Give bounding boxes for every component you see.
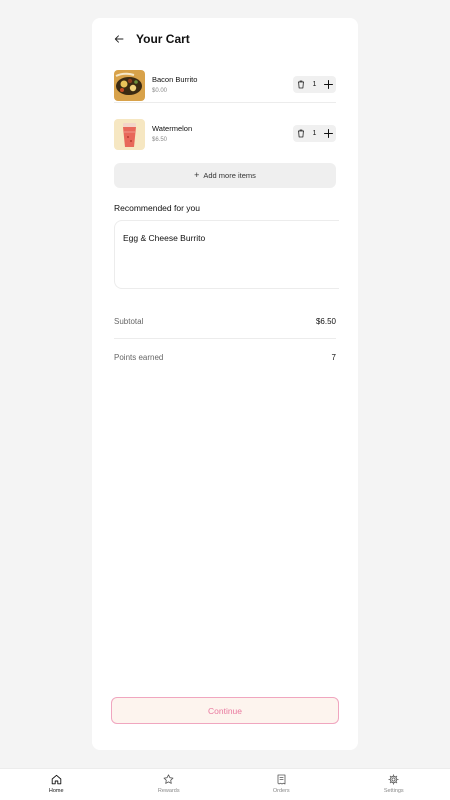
continue-button[interactable]: Continue [111,697,339,724]
cart-item-name: Watermelon [152,124,193,133]
tab-settings[interactable]: Settings [338,769,450,800]
cart-item-price: $0.00 [152,88,168,94]
tab-orders[interactable]: Orders [225,769,338,800]
tab-label: Rewards [157,788,180,794]
tab-label: Orders [272,788,290,794]
plus-icon[interactable] [323,129,333,139]
cart-header: Your Cart [114,32,190,46]
add-more-label: Add more items [203,171,256,180]
quantity-stepper: 1 [293,125,336,142]
trash-icon[interactable] [296,129,306,139]
cart-item: Bacon Burrito $0.00 1 [114,70,336,103]
cart-item: Watermelon $6.50 1 [114,119,336,152]
quantity-value: 1 [312,81,317,88]
subtotal-value: $6.50 [315,317,336,326]
receipt-icon [275,773,287,785]
gear-icon [388,773,400,785]
tab-label: Settings [383,788,404,794]
subtotal-row: Subtotal $6.50 [114,305,336,339]
quantity-stepper: 1 [293,76,336,93]
recommended-item-name: Egg & Cheese Burrito [123,233,206,243]
recommended-item-card[interactable]: Egg & Cheese Burrito [114,220,339,289]
points-value: 7 [331,352,336,362]
trash-icon[interactable] [296,80,306,90]
page-title: Your Cart [136,32,190,46]
cart-item-price: $6.50 [152,137,168,143]
star-icon [163,773,175,785]
tab-label: Home [48,788,64,794]
add-more-items-button[interactable]: + Add more items [114,163,336,188]
tab-home[interactable]: Home [0,769,113,800]
recommended-title: Recommended for you [114,203,200,213]
plus-icon[interactable] [323,80,333,90]
cart-card: Your Cart Bacon Burrito $0.00 1 Watermel… [92,18,358,750]
points-row: Points earned 7 [114,340,336,374]
subtotal-label: Subtotal [114,317,144,326]
bacon-burrito-image [114,70,145,101]
bottom-tab-bar: Home Rewards Orders Settings [0,768,450,800]
quantity-value: 1 [312,130,317,137]
plus-icon: + [194,170,200,180]
cart-item-name: Bacon Burrito [152,75,198,84]
points-label: Points earned [114,352,164,362]
watermelon-drink-image [114,119,145,150]
home-icon [50,773,62,785]
back-arrow-icon[interactable] [114,33,126,45]
tab-rewards[interactable]: Rewards [113,769,226,800]
